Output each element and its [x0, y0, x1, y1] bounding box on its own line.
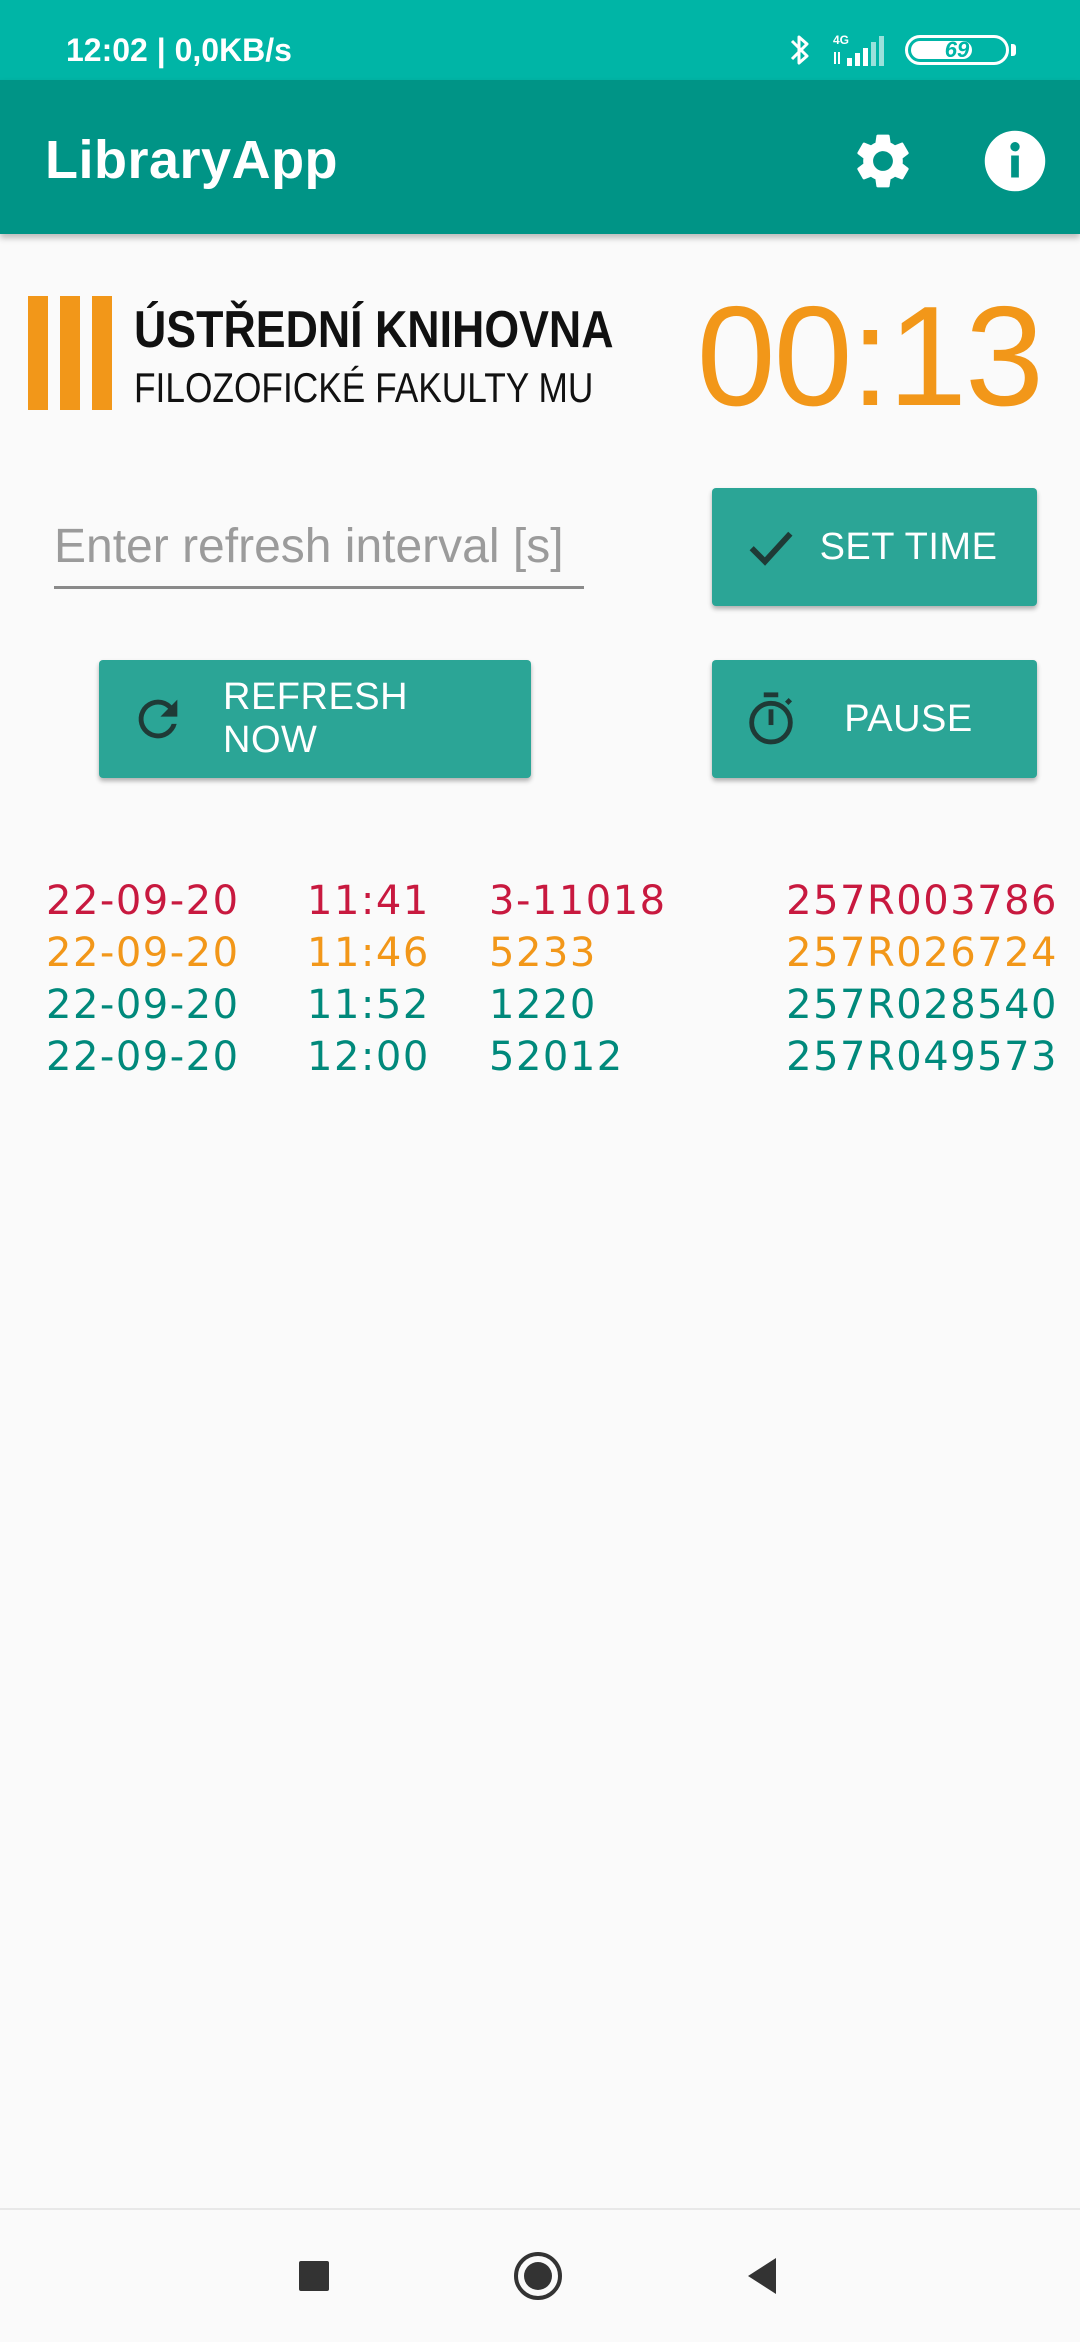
log-id: 257R049573 [786, 1034, 1058, 1080]
countdown-timer: 00:13 [696, 277, 1044, 436]
logo-stripe [60, 296, 80, 410]
logo-title: ÚSTŘEDNÍ KNIHOVNA [134, 301, 614, 359]
network-type-label: 4G [833, 33, 849, 47]
stopwatch-icon [749, 692, 793, 745]
logo-stripe [92, 296, 112, 410]
pause-button[interactable]: PAUSE [712, 660, 1037, 778]
log-date: 22-09-20 [46, 982, 240, 1028]
log-date: 22-09-20 [46, 878, 240, 924]
log-date: 22-09-20 [46, 930, 240, 976]
refresh-interval-input[interactable] [54, 506, 584, 589]
log-time: 11:46 [307, 930, 430, 976]
pause-label: PAUSE [844, 697, 973, 740]
home-icon[interactable] [508, 2246, 568, 2306]
log-code: 52012 [489, 1034, 624, 1080]
log-row: 22-09-20 11:41 3-11018 257R003786 [46, 878, 1057, 930]
log-row: 22-09-20 12:00 52012 257R049573 [46, 1034, 1057, 1086]
logo-subtitle: FILOZOFICKÉ FAKULTY MU [134, 364, 594, 411]
set-time-button[interactable]: SET TIME [712, 488, 1037, 606]
check-icon [749, 531, 793, 566]
log-id: 257R026724 [786, 930, 1058, 976]
info-icon[interactable] [982, 128, 1048, 194]
gear-icon[interactable] [850, 128, 916, 194]
log-id: 257R003786 [786, 878, 1058, 924]
log-id: 257R028540 [786, 982, 1058, 1028]
battery-icon: 69 [905, 35, 1009, 65]
library-logo: ÚSTŘEDNÍ KNIHOVNA FILOZOFICKÉ FAKULTY MU [28, 290, 628, 420]
battery-level: 69 [944, 37, 970, 62]
signal-icon: 4G [833, 33, 884, 66]
set-time-label: SET TIME [819, 525, 998, 568]
log-time: 11:41 [307, 878, 430, 924]
log-row: 22-09-20 11:46 5233 257R026724 [46, 930, 1057, 982]
log-time: 11:52 [307, 982, 430, 1028]
status-icons: 4G 69 [787, 28, 1016, 72]
log-date: 22-09-20 [46, 1034, 240, 1080]
system-nav-bar [0, 2208, 1080, 2342]
logo-stripe [28, 296, 48, 410]
app-title: LibraryApp [45, 130, 339, 190]
back-icon[interactable] [734, 2246, 794, 2306]
loan-log-list: 22-09-20 11:41 3-11018 257R003786 22-09-… [46, 878, 1057, 1086]
recent-apps-icon[interactable] [284, 2246, 344, 2306]
status-bar: 12:02 | 0,0KB/s 4G 69 [0, 0, 1080, 80]
refresh-icon [138, 699, 178, 739]
bluetooth-icon [790, 35, 809, 65]
log-code: 3-11018 [489, 878, 667, 924]
refresh-now-button[interactable]: REFRESH NOW [99, 660, 531, 778]
app-bar: LibraryApp [0, 80, 1080, 234]
log-row: 22-09-20 11:52 1220 257R028540 [46, 982, 1057, 1034]
log-time: 12:00 [307, 1034, 430, 1080]
log-code: 5233 [489, 930, 597, 976]
log-code: 1220 [489, 982, 597, 1028]
refresh-now-label: REFRESH NOW [223, 676, 409, 761]
